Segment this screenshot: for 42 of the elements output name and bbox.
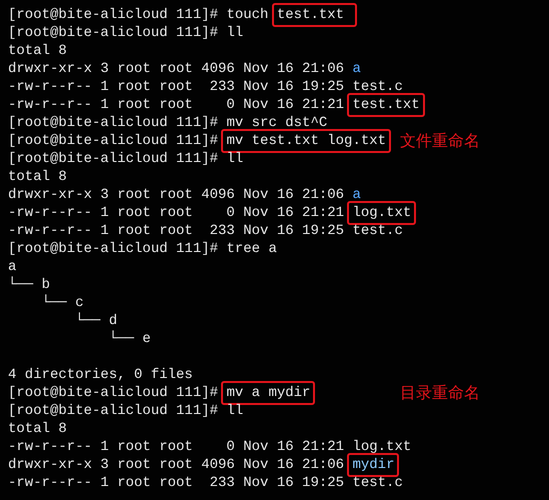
highlighted-text: test.txt: [347, 93, 425, 117]
annotation-text: 文件重命名: [400, 132, 481, 150]
highlighted-directory: mydir: [347, 453, 400, 477]
command-prompt: [root@bite-alicloud 111]#: [8, 24, 220, 42]
command-prompt: [root@bite-alicloud 111]#: [8, 402, 220, 420]
terminal-text: drwxr-xr-x 3 root root 4096 Nov 16 21:06: [8, 60, 346, 78]
terminal-text: drwxr-xr-x 3 root root 4096 Nov 16 21:06: [8, 456, 346, 474]
terminal-text: drwxr-xr-x 3 root root 4096 Nov 16 21:06: [8, 186, 346, 204]
command-prompt: [root@bite-alicloud 111]#: [8, 240, 220, 258]
terminal-text: total 8: [8, 168, 67, 186]
terminal-text: -rw-r--r-- 1 root root 233 Nov 16 19:25 test.c: [8, 474, 403, 492]
terminal-text: a: [8, 258, 16, 276]
command-prompt: [root@bite-alicloud 111]#: [8, 6, 220, 24]
terminal-text: └── c: [40, 294, 84, 312]
terminal-text: -rw-r--r-- 1 root root 233 Nov 16 19:25 test.c: [8, 222, 403, 240]
annotation-text: 目录重命名: [400, 384, 481, 402]
directory-name: a: [352, 60, 361, 78]
command-prompt: [root@bite-alicloud 111]#: [8, 384, 220, 402]
terminal-text: mv src dst^C: [226, 114, 328, 132]
terminal-text: total 8: [8, 42, 67, 60]
terminal-text: -rw-r--r-- 1 root root 233 Nov 16 19:25 test.c: [8, 78, 403, 96]
terminal-text: tree a: [226, 240, 277, 258]
command-prompt: [root@bite-alicloud 111]#: [8, 114, 220, 132]
terminal-text: -rw-r--r-- 1 root root 0 Nov 16 21:21: [8, 204, 346, 222]
terminal-text: total 8: [8, 420, 67, 438]
terminal-text: -rw-r--r-- 1 root root 0 Nov 16 21:21: [8, 96, 346, 114]
highlighted-text: mv test.txt log.txt: [221, 129, 392, 153]
terminal-text: ll: [226, 24, 244, 42]
command-prompt: [root@bite-alicloud 111]#: [8, 150, 220, 168]
terminal-text: -rw-r--r-- 1 root root 0 Nov 16 21:21 log.txt: [8, 438, 412, 456]
terminal-text: touch: [226, 6, 270, 24]
terminal-text: └── b: [8, 276, 50, 294]
terminal-text: └── e: [108, 330, 151, 348]
highlighted-text: log.txt: [347, 201, 416, 225]
terminal-text: ll: [226, 150, 244, 168]
terminal-text: 4 directories, 0 files: [8, 366, 193, 384]
highlighted-text: test.txt: [272, 3, 358, 27]
command-prompt: [root@bite-alicloud 111]#: [8, 132, 220, 150]
directory-name: a: [352, 186, 361, 204]
terminal-text: └── d: [74, 312, 118, 330]
highlighted-text: mv a mydir: [221, 381, 316, 405]
terminal-text: ll: [226, 402, 244, 420]
